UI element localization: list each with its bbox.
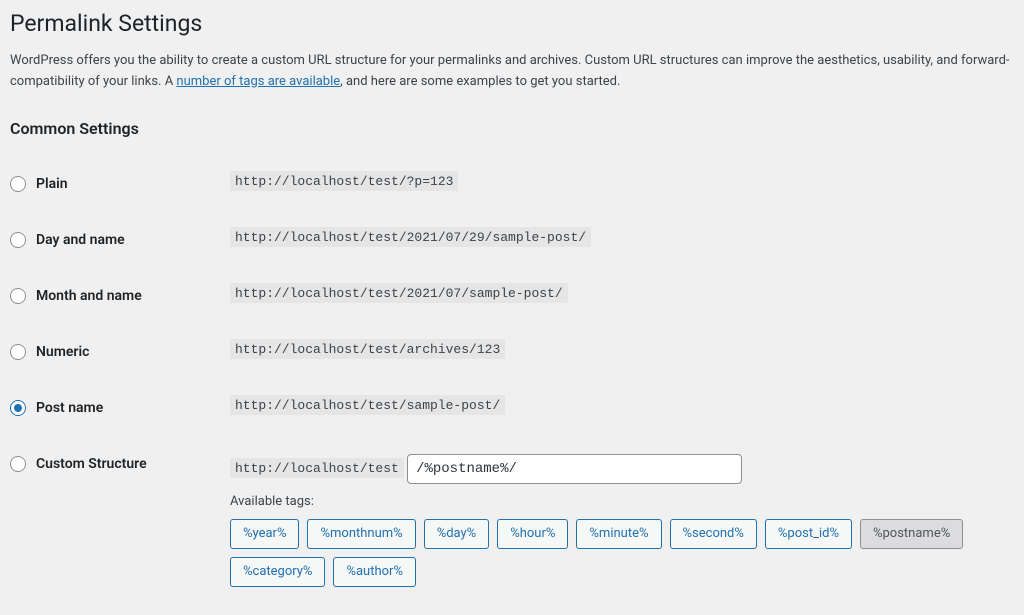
numeric-example: http://localhost/test/archives/123 [230, 339, 505, 359]
tag-post-id-button[interactable]: %post_id% [765, 519, 852, 549]
permalink-options-table: Plain http://localhost/test/?p=123 Day a… [10, 156, 1014, 605]
tag-author-button[interactable]: %author% [333, 557, 416, 587]
description-text-post: , and here are some examples to get you … [340, 74, 620, 89]
plain-radio[interactable] [10, 176, 26, 192]
tag-monthnum-button[interactable]: %monthnum% [307, 519, 415, 549]
month-name-example: http://localhost/test/2021/07/sample-pos… [230, 283, 568, 303]
custom-structure-radio[interactable] [10, 456, 26, 472]
day-name-radio[interactable] [10, 232, 26, 248]
tag-second-button[interactable]: %second% [670, 519, 757, 549]
post-name-label: Post name [36, 400, 103, 416]
plain-label: Plain [36, 176, 68, 192]
custom-structure-base: http://localhost/test [230, 458, 404, 478]
tag-hour-button[interactable]: %hour% [497, 519, 568, 549]
page-description: WordPress offers you the ability to crea… [10, 51, 1014, 93]
plain-example: http://localhost/test/?p=123 [230, 171, 458, 191]
day-name-label: Day and name [36, 232, 125, 248]
common-settings-heading: Common Settings [10, 119, 1014, 138]
month-name-label: Month and name [36, 288, 142, 304]
custom-structure-label: Custom Structure [36, 456, 147, 472]
day-name-example: http://localhost/test/2021/07/29/sample-… [230, 227, 591, 247]
month-name-radio[interactable] [10, 288, 26, 304]
tag-minute-button[interactable]: %minute% [576, 519, 661, 549]
tag-day-button[interactable]: %day% [424, 519, 490, 549]
tag-year-button[interactable]: %year% [230, 519, 299, 549]
available-tags-label: Available tags: [230, 494, 1004, 509]
numeric-radio[interactable] [10, 344, 26, 360]
tags-available-link[interactable]: number of tags are available [176, 74, 340, 89]
page-title: Permalink Settings [10, 10, 1014, 37]
custom-structure-input[interactable] [407, 454, 742, 484]
tag-buttons-container: %year% %monthnum% %day% %hour% %minute% … [230, 519, 1004, 587]
tag-postname-button[interactable]: %postname% [860, 519, 963, 549]
numeric-label: Numeric [36, 344, 89, 360]
tag-category-button[interactable]: %category% [230, 557, 325, 587]
post-name-radio[interactable] [10, 400, 26, 416]
post-name-example: http://localhost/test/sample-post/ [230, 395, 505, 415]
